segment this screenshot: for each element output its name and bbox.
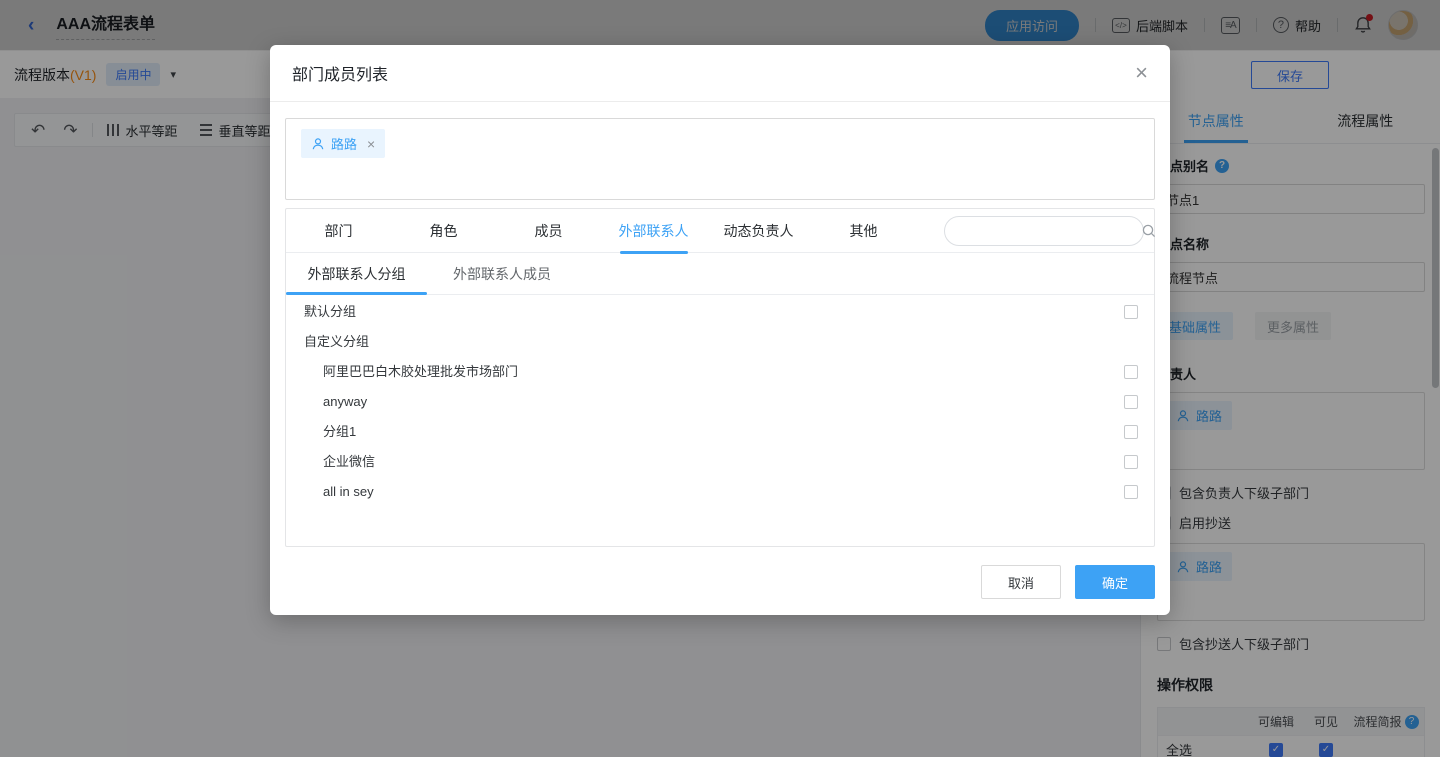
row-checkbox[interactable] [1124, 485, 1138, 499]
selected-member-name: 路路 [331, 134, 357, 153]
dialog-title: 部门成员列表 [292, 61, 388, 85]
row-checkbox[interactable] [1124, 365, 1138, 379]
list-item[interactable]: 阿里巴巴白木胶处理批发市场部门 [286, 357, 1154, 387]
list-item[interactable]: 默认分组 [286, 297, 1154, 327]
header-dim-strip [0, 0, 1440, 50]
department-member-dialog: 部门成员列表 × 路路 × 部门 角色 成员 外部联系人 动态负责人 其他 [270, 45, 1170, 615]
confirm-button[interactable]: 确定 [1075, 565, 1155, 599]
tab-other[interactable]: 其他 [811, 209, 916, 253]
row-checkbox[interactable] [1124, 425, 1138, 439]
member-picker-container: 部门 角色 成员 外部联系人 动态负责人 其他 外部联系人分组 外部联系人成员 [285, 208, 1155, 547]
person-icon [311, 137, 325, 151]
search-icon[interactable] [1141, 223, 1157, 239]
dialog-header: 部门成员列表 × [270, 45, 1170, 102]
selected-member-chip: 路路 × [301, 129, 385, 158]
tab-member[interactable]: 成员 [496, 209, 601, 253]
list-item[interactable]: all in sey [286, 477, 1154, 507]
group-list: 默认分组 自定义分组 阿里巴巴白木胶处理批发市场部门 anyway 分组1 [286, 295, 1154, 507]
tab-dynamic-owner[interactable]: 动态负责人 [706, 209, 811, 253]
list-item[interactable]: 自定义分组 [286, 327, 1154, 357]
row-checkbox[interactable] [1124, 395, 1138, 409]
picker-subtabs: 外部联系人分组 外部联系人成员 [286, 253, 1154, 295]
list-item[interactable]: 企业微信 [286, 447, 1154, 477]
dialog-footer: 取消 确定 [981, 565, 1155, 599]
list-item[interactable]: 分组1 [286, 417, 1154, 447]
tab-role[interactable]: 角色 [391, 209, 496, 253]
row-checkbox[interactable] [1124, 455, 1138, 469]
remove-chip-icon[interactable]: × [367, 136, 375, 152]
picker-tabs: 部门 角色 成员 外部联系人 动态负责人 其他 [286, 209, 1154, 253]
close-icon[interactable]: × [1135, 62, 1148, 84]
subtab-external-members[interactable]: 外部联系人成员 [427, 253, 577, 294]
picker-search [944, 216, 1144, 246]
list-item[interactable]: anyway [286, 387, 1154, 417]
cancel-button[interactable]: 取消 [981, 565, 1061, 599]
selected-members-box[interactable]: 路路 × [285, 118, 1155, 200]
row-checkbox[interactable] [1124, 305, 1138, 319]
search-input[interactable] [945, 224, 1141, 239]
tab-department[interactable]: 部门 [286, 209, 391, 253]
subtab-external-groups[interactable]: 外部联系人分组 [286, 253, 427, 294]
app-root: ‹ AAA流程表单 应用访问 </> 后端脚本 ≡A ? 帮助 [0, 0, 1440, 757]
tab-external-contact[interactable]: 外部联系人 [601, 209, 706, 253]
